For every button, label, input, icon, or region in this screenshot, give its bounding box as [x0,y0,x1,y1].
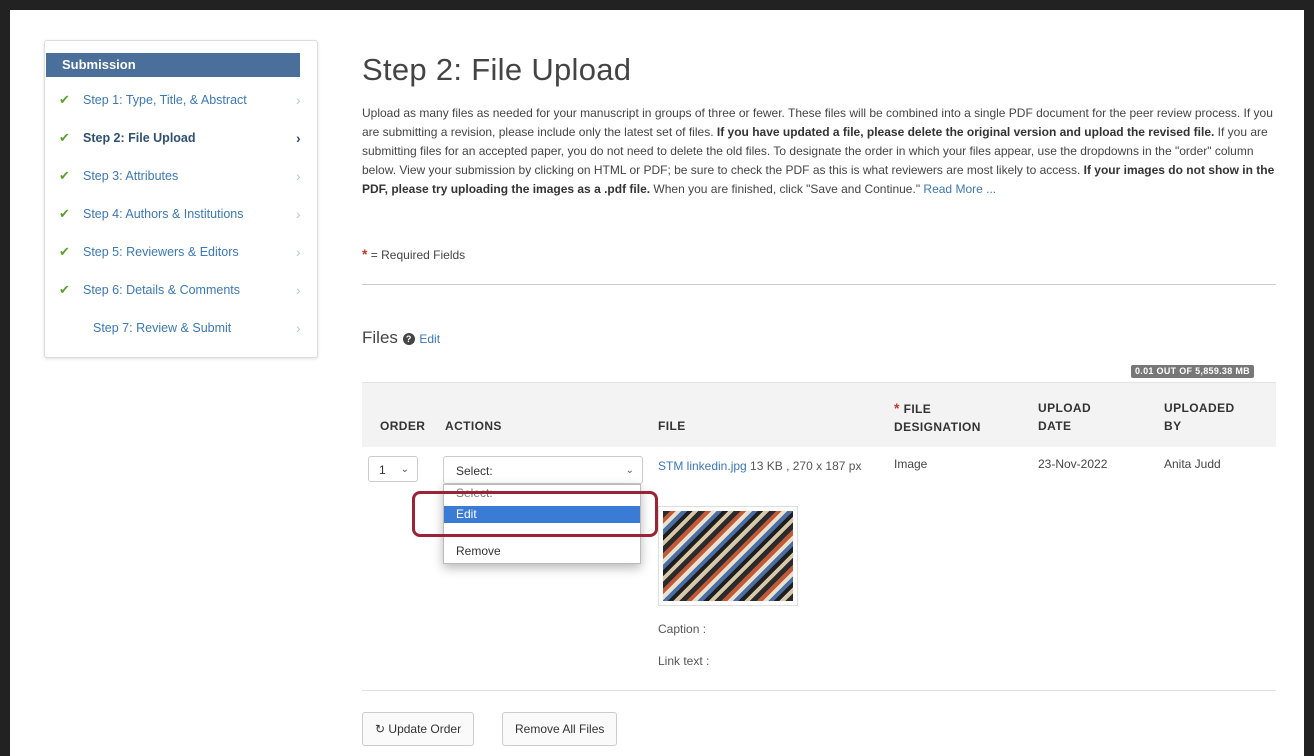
chevron-right-icon: › [296,206,301,222]
actions-select[interactable]: Select: ⌄ [443,456,643,484]
col-label: DESIGNATION [894,420,981,434]
uploaded-by-value: Anita Judd [1164,457,1221,471]
chevron-down-icon: ⌄ [400,464,409,475]
page-frame: Submission ✔ Step 1: Type, Title, & Abst… [10,10,1304,756]
col-label: FILE [903,402,932,416]
order-select[interactable]: 1 ⌄ [368,456,418,482]
check-icon: ✔ [59,244,70,259]
chevron-right-icon: › [296,244,301,260]
col-label: UPLOADED [1164,401,1235,415]
chevron-right-icon: › [296,168,301,184]
check-icon: ✔ [59,168,70,183]
annotation-highlight-box [412,491,658,537]
files-section-title: Files ? Edit [362,328,440,348]
chevron-down-icon: ⌄ [625,465,634,476]
sidebar-item-label: Step 7: Review & Submit [93,321,232,335]
row-divider [362,690,1276,691]
help-icon[interactable]: ? [402,333,415,345]
sidebar-header: Submission [46,53,300,77]
sidebar-item-step-2[interactable]: ✔ Step 2: File Upload › [45,119,317,157]
col-file: FILE [658,419,686,433]
sidebar-item-step-5[interactable]: ✔ Step 5: Reviewers & Editors › [45,233,317,271]
option-remove[interactable]: Remove [444,543,640,560]
chevron-right-icon: › [296,130,301,146]
storage-quota-badge: 0.01 OUT OF 5,859.38 MB [1131,365,1254,378]
sidebar-item-step-1[interactable]: ✔ Step 1: Type, Title, & Abstract › [45,81,317,119]
col-uploaded-by: UPLOADED BY [1164,399,1235,435]
order-value: 1 [379,463,386,477]
upload-date-value: 23-Nov-2022 [1038,457,1108,471]
col-order: ORDER [380,419,426,433]
sidebar-item-step-3[interactable]: ✔ Step 3: Attributes › [45,157,317,195]
files-table-header: ORDER ACTIONS FILE * FILE DESIGNATION UP… [362,382,1276,447]
required-fields-note: * = Required Fields [362,246,465,262]
remove-all-files-button[interactable]: Remove All Files [502,712,618,746]
sidebar-item-step-7[interactable]: Step 7: Review & Submit › [45,309,317,347]
chevron-right-icon: › [296,282,301,298]
thumbnail-image [663,511,793,601]
divider [362,284,1276,285]
update-order-button[interactable]: ↻ Update Order [362,712,475,746]
check-icon: ✔ [59,206,70,221]
required-star: * [894,400,900,416]
col-label: UPLOAD [1038,401,1092,415]
sidebar-item-label: Step 1: Type, Title, & Abstract [83,93,247,107]
file-info: STM linkedin.jpg 13 KB , 270 x 187 px [658,457,874,475]
instructions-text: Upload as many files as needed for your … [362,104,1280,199]
update-order-label: Update Order [385,722,462,736]
caption-label: Caption : [658,622,707,636]
col-upload-date: UPLOAD DATE [1038,399,1091,435]
files-edit-link[interactable]: Edit [419,332,440,346]
sidebar-item-label: Step 6: Details & Comments [83,283,241,297]
file-thumbnail[interactable] [658,506,798,606]
chevron-right-icon: › [296,92,301,108]
col-file-designation: * FILE DESIGNATION [894,399,981,436]
file-link[interactable]: STM linkedin.jpg [658,459,747,473]
file-designation-value: Image [894,457,928,471]
instructions-bold: If you have updated a file, please delet… [716,125,1215,139]
sidebar-item-label: Step 4: Authors & Institutions [83,207,244,221]
read-more-link[interactable]: Read More ... [923,182,996,196]
sidebar-item-step-4[interactable]: ✔ Step 4: Authors & Institutions › [45,195,317,233]
sidebar-item-label: Step 3: Attributes [83,169,179,183]
sidebar-item-label: Step 5: Reviewers & Editors [83,245,239,259]
files-title-text: Files [362,328,398,347]
required-label: = Required Fields [367,248,466,262]
submission-sidebar: Submission ✔ Step 1: Type, Title, & Abst… [44,40,318,358]
instructions-part: When you are finished, click "Save and C… [650,182,924,196]
check-icon: ✔ [59,130,70,145]
check-icon: ✔ [59,92,70,107]
check-icon: ✔ [59,282,70,297]
col-actions: ACTIONS [445,419,502,433]
sidebar-item-step-6[interactable]: ✔ Step 6: Details & Comments › [45,271,317,309]
col-label: DATE [1038,419,1072,433]
actions-value: Select: [456,464,493,478]
col-label: BY [1164,419,1182,433]
file-meta: 13 KB , 270 x 187 px [746,459,862,473]
page-title: Step 2: File Upload [362,52,632,87]
chevron-right-icon: › [296,320,301,336]
sidebar-item-label: Step 2: File Upload [83,131,196,145]
link-text-label: Link text : [658,654,710,668]
refresh-icon: ↻ [375,722,386,736]
